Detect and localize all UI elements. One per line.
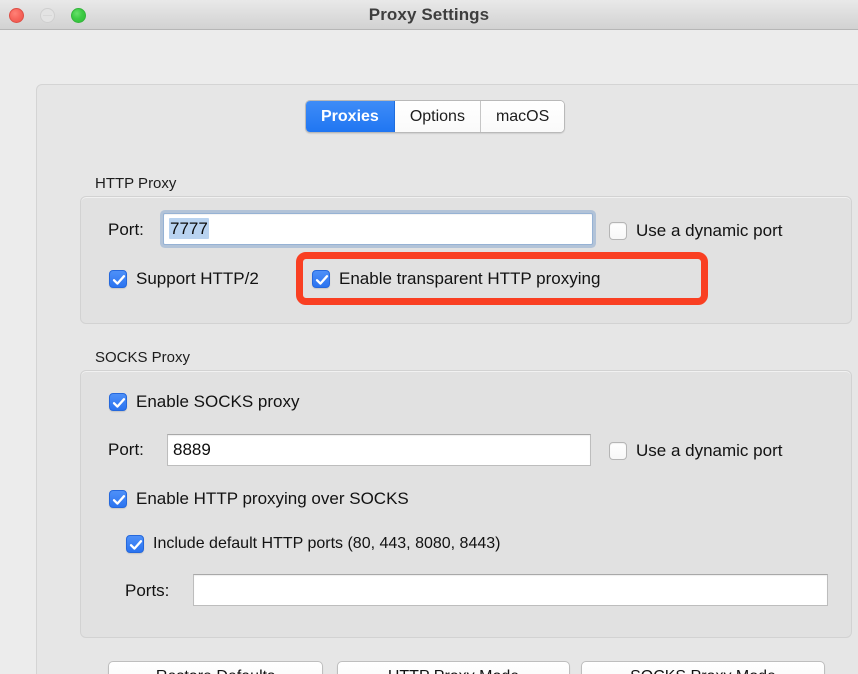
http-over-socks-label: Enable HTTP proxying over SOCKS	[136, 489, 409, 508]
include-default-ports-checkbox-row[interactable]: Include default HTTP ports (80, 443, 808…	[126, 534, 500, 554]
window-title: Proxy Settings	[368, 5, 490, 24]
include-default-ports-label: Include default HTTP ports (80, 443, 808…	[153, 535, 501, 552]
socks-dynamic-port-checkbox[interactable]	[609, 442, 627, 460]
http-dynamic-port-checkbox-row[interactable]: Use a dynamic port	[609, 221, 782, 241]
http-port-value: 7777	[169, 218, 209, 239]
tab-proxies[interactable]: Proxies	[306, 101, 395, 132]
window-titlebar: Proxy Settings	[0, 0, 858, 30]
socks-proxy-group-label: SOCKS Proxy	[95, 349, 191, 366]
socks-dynamic-port-checkbox-row[interactable]: Use a dynamic port	[609, 441, 782, 461]
enable-socks-label: Enable SOCKS proxy	[136, 392, 300, 411]
http-port-input[interactable]: 7777	[163, 213, 593, 245]
tab-macos[interactable]: macOS	[480, 101, 565, 132]
tab-bar: Proxies Options macOS	[305, 100, 566, 133]
http-proxy-mode-button[interactable]: HTTP Proxy Mode	[337, 661, 570, 674]
http-dynamic-port-checkbox[interactable]	[609, 222, 627, 240]
socks-ports-label: Ports:	[125, 581, 170, 600]
http-over-socks-checkbox-row[interactable]: Enable HTTP proxying over SOCKS	[109, 489, 409, 509]
transparent-proxying-label: Enable transparent HTTP proxying	[339, 269, 601, 288]
socks-port-input[interactable]: 8889	[167, 434, 591, 466]
transparent-proxying-checkbox-row[interactable]: Enable transparent HTTP proxying	[312, 269, 600, 289]
socks-port-label: Port:	[108, 440, 144, 459]
support-http2-checkbox[interactable]	[109, 270, 127, 288]
support-http2-label: Support HTTP/2	[136, 269, 259, 288]
restore-defaults-button[interactable]: Restore Defaults	[108, 661, 323, 674]
support-http2-checkbox-row[interactable]: Support HTTP/2	[109, 269, 259, 289]
tab-options[interactable]: Options	[394, 101, 481, 132]
include-default-ports-checkbox[interactable]	[126, 535, 144, 553]
http-proxy-group-label: HTTP Proxy	[95, 175, 177, 192]
transparent-proxying-checkbox[interactable]	[312, 270, 330, 288]
enable-socks-checkbox[interactable]	[109, 393, 127, 411]
http-over-socks-checkbox[interactable]	[109, 490, 127, 508]
http-port-label: Port:	[108, 220, 144, 239]
socks-dynamic-port-label: Use a dynamic port	[636, 441, 783, 460]
http-dynamic-port-label: Use a dynamic port	[636, 221, 783, 240]
socks-ports-input[interactable]	[193, 574, 828, 606]
socks-proxy-mode-button[interactable]: SOCKS Proxy Mode	[581, 661, 825, 674]
proxy-settings-window: Proxy Settings Proxies Options macOS HTT…	[0, 0, 858, 674]
window-content: Proxies Options macOS HTTP Proxy Port: 7…	[0, 30, 858, 674]
enable-socks-checkbox-row[interactable]: Enable SOCKS proxy	[109, 392, 299, 412]
socks-port-value: 8889	[173, 440, 211, 459]
